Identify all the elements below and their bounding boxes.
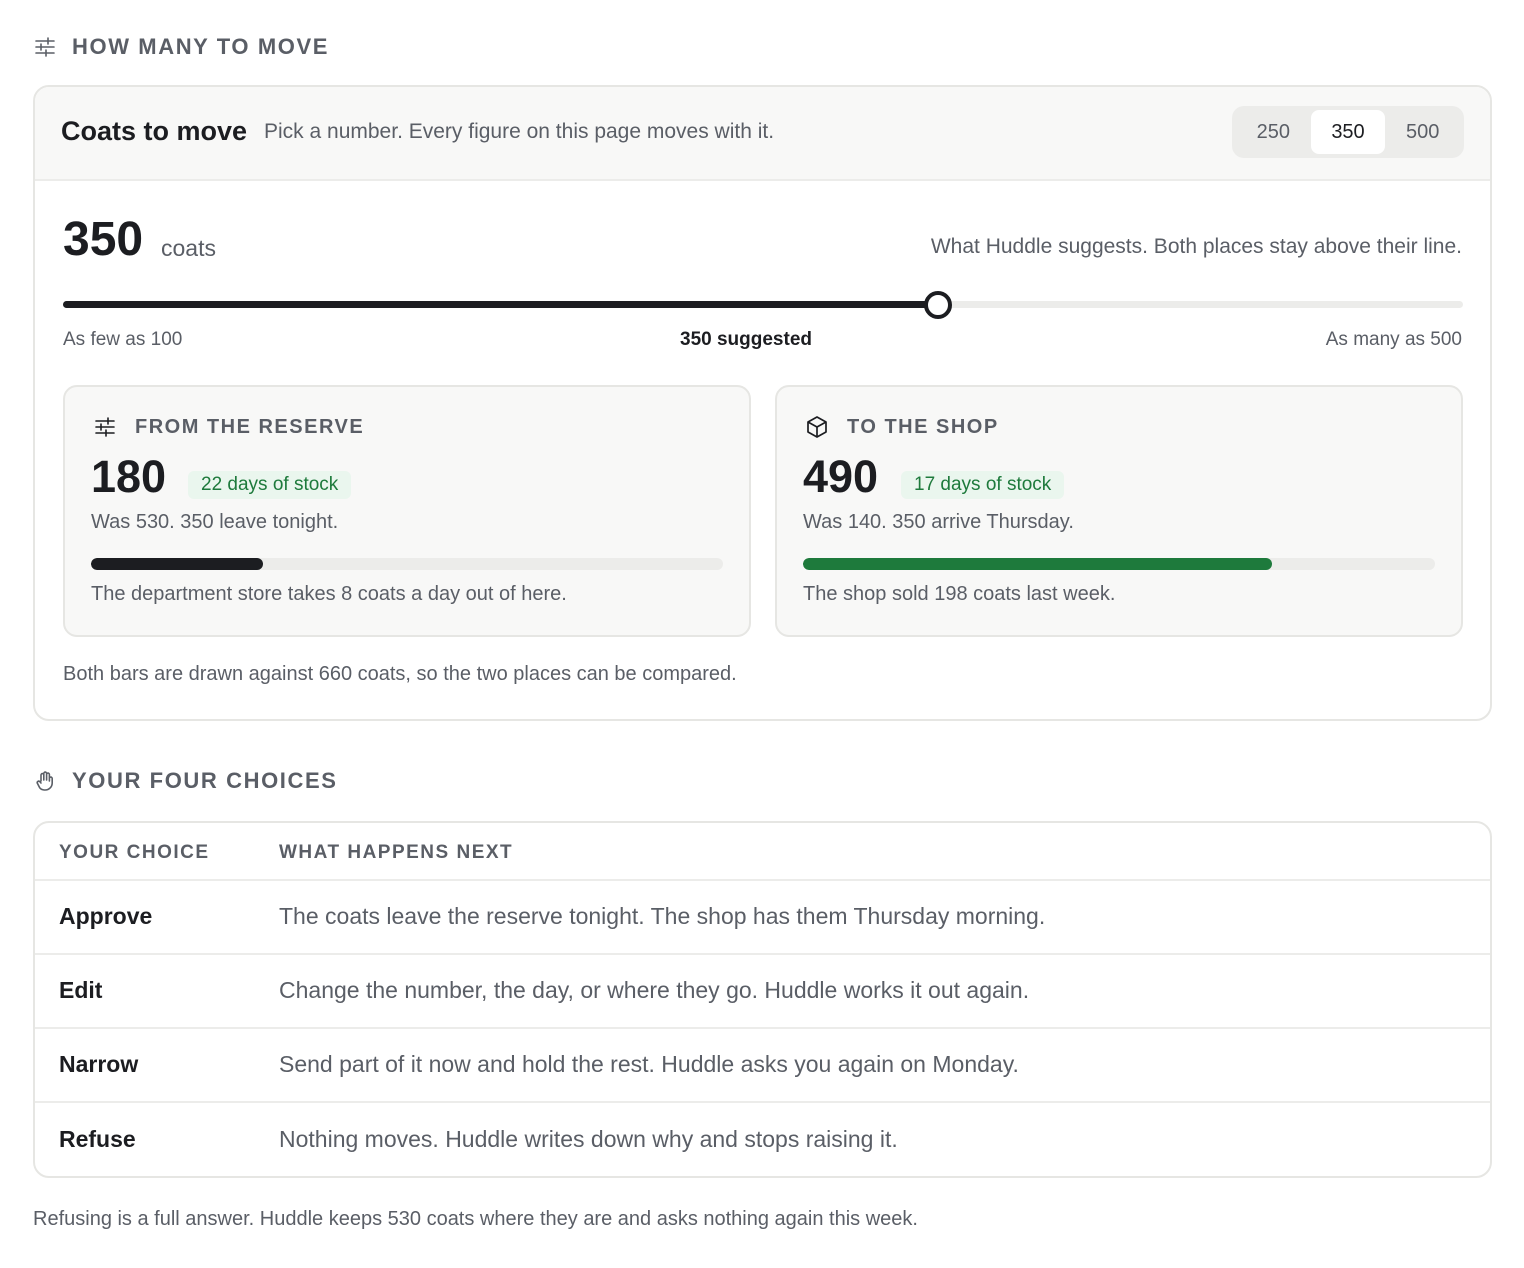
bars-scale-note: Both bars are drawn against 660 coats, s… bbox=[63, 663, 737, 685]
shop-bar bbox=[803, 558, 1435, 570]
reserve-panel: FROM THE RESERVE 180 22 days of stock Wa… bbox=[63, 385, 751, 637]
column-header-choice: YOUR CHOICE bbox=[59, 842, 210, 863]
choice-refuse: Refuse bbox=[59, 1126, 136, 1152]
table-row: Refuse Nothing moves. Huddle writes down… bbox=[35, 1104, 1490, 1176]
slider-fill bbox=[63, 301, 938, 308]
option-500[interactable]: 500 bbox=[1385, 110, 1460, 154]
reserve-bar bbox=[91, 558, 723, 570]
box-icon bbox=[805, 415, 829, 439]
table-row: Narrow Send part of it now and hold the … bbox=[35, 1029, 1490, 1103]
shop-bar-fill bbox=[803, 558, 1273, 570]
slider-thumb[interactable] bbox=[924, 291, 952, 319]
slider-suggested-label: 350 suggested bbox=[680, 329, 812, 350]
choice-description: The coats leave the reserve tonight. The… bbox=[279, 903, 1046, 929]
table-header: YOUR CHOICE WHAT HAPPENS NEXT bbox=[35, 823, 1490, 881]
amount-slider[interactable] bbox=[63, 291, 1463, 319]
shop-was: Was 140. 350 arrive Thursday. bbox=[803, 511, 1074, 533]
shop-panel: TO THE SHOP 490 17 days of stock Was 140… bbox=[775, 385, 1463, 637]
shop-note: The shop sold 198 coats last week. bbox=[803, 583, 1116, 605]
shop-stock-badge: 17 days of stock bbox=[901, 471, 1065, 499]
section-title: HOW MANY TO MOVE bbox=[72, 34, 330, 59]
column-header-next: WHAT HAPPENS NEXT bbox=[279, 842, 514, 863]
sliders-icon bbox=[34, 36, 56, 58]
hand-icon bbox=[34, 770, 56, 792]
shop-label: TO THE SHOP bbox=[847, 415, 999, 438]
refuse-footnote: Refusing is a full answer. Huddle keeps … bbox=[33, 1208, 918, 1230]
shop-count: 490 bbox=[803, 451, 879, 502]
table-row: Approve The coats leave the reserve toni… bbox=[35, 881, 1490, 955]
option-350[interactable]: 350 bbox=[1310, 110, 1386, 154]
reserve-stock-badge: 22 days of stock bbox=[188, 471, 352, 499]
suggestion-note: What Huddle suggests. Both places stay a… bbox=[930, 235, 1462, 258]
amount-unit: coats bbox=[161, 235, 216, 261]
move-section-heading: HOW MANY TO MOVE bbox=[34, 34, 329, 60]
amount-segmented-control: 250 350 500 bbox=[1232, 106, 1464, 158]
slider-max-label: As many as 500 bbox=[1325, 329, 1462, 350]
choice-approve: Approve bbox=[59, 903, 153, 929]
reserve-label: FROM THE RESERVE bbox=[135, 415, 365, 438]
option-250[interactable]: 250 bbox=[1236, 110, 1311, 154]
choices-table: YOUR CHOICE WHAT HAPPENS NEXT Approve Th… bbox=[33, 821, 1492, 1178]
choice-narrow: Narrow bbox=[59, 1051, 139, 1077]
card-title: Coats to move bbox=[61, 116, 248, 146]
table-row: Edit Change the number, the day, or wher… bbox=[35, 955, 1490, 1029]
coats-to-move-card: Coats to move Pick a number. Every figur… bbox=[33, 85, 1492, 721]
reserve-was: Was 530. 350 leave tonight. bbox=[91, 511, 339, 533]
choice-description: Send part of it now and hold the rest. H… bbox=[279, 1051, 1019, 1077]
slider-min-label: As few as 100 bbox=[63, 329, 183, 350]
choice-edit: Edit bbox=[59, 977, 103, 1003]
choice-description: Change the number, the day, or where the… bbox=[279, 977, 1030, 1003]
selected-amount: 350 bbox=[63, 213, 144, 266]
reserve-bar-fill bbox=[91, 558, 264, 570]
section-title: YOUR FOUR CHOICES bbox=[72, 768, 338, 793]
reserve-count: 180 bbox=[91, 451, 167, 502]
choices-section-heading: YOUR FOUR CHOICES bbox=[34, 768, 338, 794]
choice-description: Nothing moves. Huddle writes down why an… bbox=[279, 1126, 898, 1152]
sliders-icon bbox=[93, 415, 117, 439]
reserve-note: The department store takes 8 coats a day… bbox=[91, 583, 567, 605]
card-subtitle: Pick a number. Every figure on this page… bbox=[264, 120, 775, 143]
card-header: Coats to move Pick a number. Every figur… bbox=[35, 87, 1490, 181]
